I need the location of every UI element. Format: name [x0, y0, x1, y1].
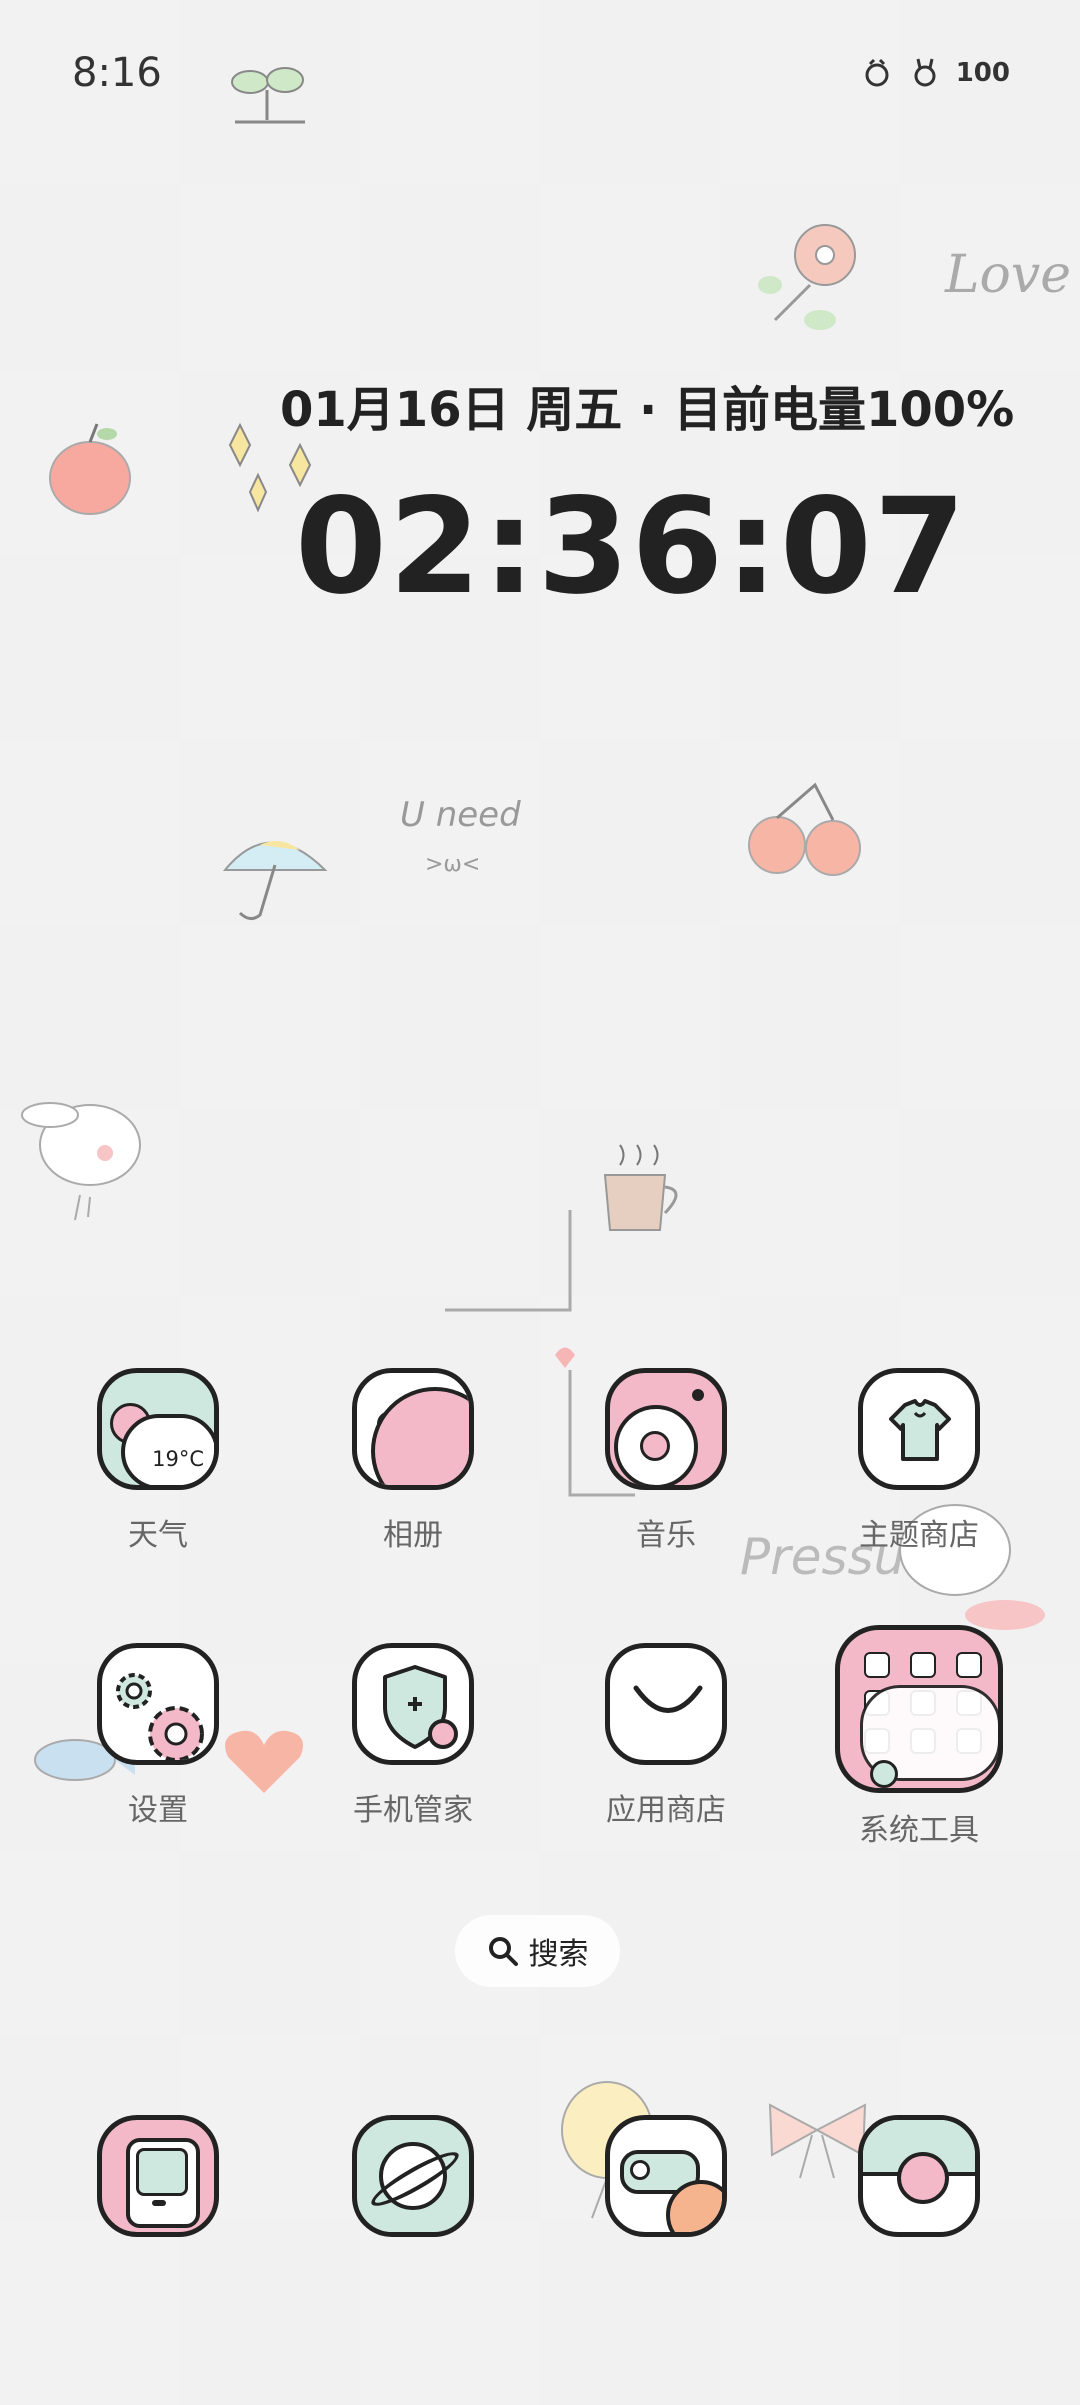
status-time: 8:16 — [72, 50, 162, 96]
cherry-icon — [748, 782, 861, 876]
search-icon — [488, 1937, 518, 1966]
gallery-icon — [352, 1368, 474, 1490]
notification-icon — [865, 58, 889, 87]
bunny-status-icon — [914, 58, 936, 87]
camera-icon — [858, 2115, 980, 2237]
app-label: 相册 — [383, 1518, 443, 1553]
bunny-icon — [21, 1102, 141, 1221]
app-label: 主题商店 — [859, 1518, 979, 1553]
app-label: 系统工具 — [859, 1813, 979, 1848]
battery-level: 100 — [955, 58, 1010, 88]
phone-icon — [97, 2115, 219, 2237]
app-weather[interactable]: 19°C 天气 — [63, 1368, 253, 1554]
flower-icon — [758, 224, 856, 330]
search-label: 搜索 — [528, 1937, 589, 1972]
app-music[interactable]: 音乐 — [571, 1368, 761, 1554]
system-tools-folder-icon — [835, 1625, 1003, 1793]
app-label: 音乐 — [636, 1518, 696, 1553]
theme-store-icon — [858, 1368, 980, 1490]
love-text: Love — [945, 245, 1071, 305]
widget-date: 01月16日 周五 · 目前电量100% — [280, 382, 1015, 438]
app-label: 设置 — [128, 1793, 188, 1828]
app-system-tools-folder[interactable]: 系统工具 — [824, 1625, 1014, 1849]
weather-temp: 19°C — [152, 1447, 204, 1471]
app-app-store[interactable]: 应用商店 — [571, 1643, 761, 1829]
app-settings[interactable]: 设置 — [63, 1643, 253, 1829]
widget-clock: 02:36:07 — [295, 470, 968, 624]
dock-messages[interactable] — [571, 2115, 761, 2237]
app-label: 应用商店 — [606, 1793, 726, 1828]
dock-camera[interactable] — [824, 2115, 1014, 2237]
browser-icon — [352, 2115, 474, 2237]
app-store-icon — [605, 1643, 727, 1765]
app-label: 手机管家 — [353, 1793, 473, 1828]
settings-icon — [97, 1643, 219, 1765]
status-bar: 8:16 100 — [0, 0, 1080, 150]
search-button[interactable]: 搜索 — [455, 1915, 620, 1987]
music-icon — [605, 1368, 727, 1490]
app-gallery[interactable]: 相册 — [318, 1368, 508, 1554]
app-label: 天气 — [128, 1518, 188, 1553]
umbrella-icon — [222, 841, 328, 920]
checker-background — [0, 0, 1080, 2405]
status-icons: 100 — [860, 56, 1010, 90]
phone-manager-icon — [352, 1643, 474, 1765]
messages-icon — [605, 2115, 727, 2237]
apple-icon — [49, 423, 131, 515]
app-theme-store[interactable]: 主题商店 — [824, 1368, 1014, 1554]
face-text: >ω< — [425, 852, 481, 877]
dock-browser[interactable] — [318, 2115, 508, 2237]
app-phone-manager[interactable]: 手机管家 — [318, 1643, 508, 1829]
weather-icon: 19°C — [97, 1368, 219, 1490]
u-need-text: U need — [400, 795, 521, 835]
dock-phone[interactable] — [63, 2115, 253, 2237]
